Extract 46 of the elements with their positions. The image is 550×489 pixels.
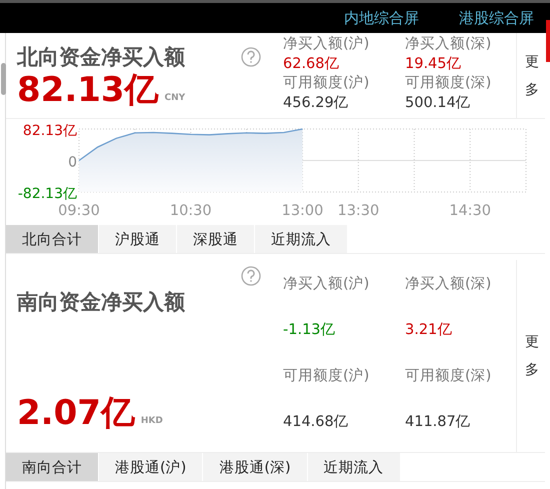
stat-label: 净买入额(沪): [283, 274, 370, 292]
axis-label: 13:30: [337, 203, 380, 219]
stat-label: 净买入额(深): [405, 274, 492, 292]
stat-value: 411.87亿: [405, 412, 472, 430]
scroll-thumb[interactable]: [1, 63, 6, 95]
header-link[interactable]: 内地综合屏: [344, 8, 419, 28]
stat-label: 可用额度(深): [405, 366, 492, 384]
tab[interactable]: 南向合计: [6, 453, 98, 481]
axis-label: -82.13亿: [18, 186, 77, 202]
tab[interactable]: 北向合计: [6, 225, 98, 253]
stat-value: 456.29亿: [283, 94, 350, 112]
tab[interactable]: 港股通(深): [203, 453, 307, 481]
total-amount: 2.07亿: [17, 396, 135, 430]
tab[interactable]: 近期流入: [255, 225, 347, 253]
stat-label: 净买入额(深): [405, 34, 492, 54]
stat-label: 可用额度(沪): [283, 366, 370, 384]
section-title: 南向资金净买入额: [17, 289, 186, 316]
stat-label: 净买入额(沪): [283, 34, 370, 54]
axis-label: 09:30: [58, 203, 100, 219]
axis-label: 0: [68, 154, 77, 170]
axis-label: 82.13亿: [22, 123, 77, 139]
stat-value: 3.21亿: [405, 320, 454, 338]
currency-label: HKD: [140, 416, 163, 426]
stat-value: -1.13亿: [283, 320, 337, 338]
tab[interactable]: 深股通: [177, 225, 254, 253]
tab[interactable]: 港股通(沪): [99, 453, 202, 481]
axis-label: 14:30: [449, 203, 492, 219]
axis-label: 10:30: [170, 203, 212, 219]
stat-value: 62.68亿: [283, 54, 341, 73]
more-link[interactable]: 更多: [525, 328, 539, 384]
help-icon[interactable]: [241, 47, 261, 67]
stat-value: 19.45亿: [405, 54, 463, 73]
more-link[interactable]: 更多: [525, 48, 539, 104]
header-link[interactable]: 港股综合屏: [459, 8, 534, 28]
axis-label: 13:00: [282, 203, 324, 219]
section-title: 北向资金净买入额: [17, 44, 185, 71]
stat-label: 可用额度(深): [405, 74, 492, 92]
scroll-edge-bar: [546, 20, 550, 62]
tab[interactable]: 沪股通: [99, 225, 176, 253]
tab[interactable]: 近期流入: [308, 453, 400, 481]
total-amount: 82.13亿: [17, 73, 159, 107]
stat-value: 500.14亿: [405, 94, 472, 112]
stat-label: 可用额度(沪): [283, 74, 370, 92]
currency-label: CNY: [164, 93, 186, 103]
help-icon[interactable]: [241, 266, 261, 286]
stat-value: 414.68亿: [283, 412, 350, 430]
